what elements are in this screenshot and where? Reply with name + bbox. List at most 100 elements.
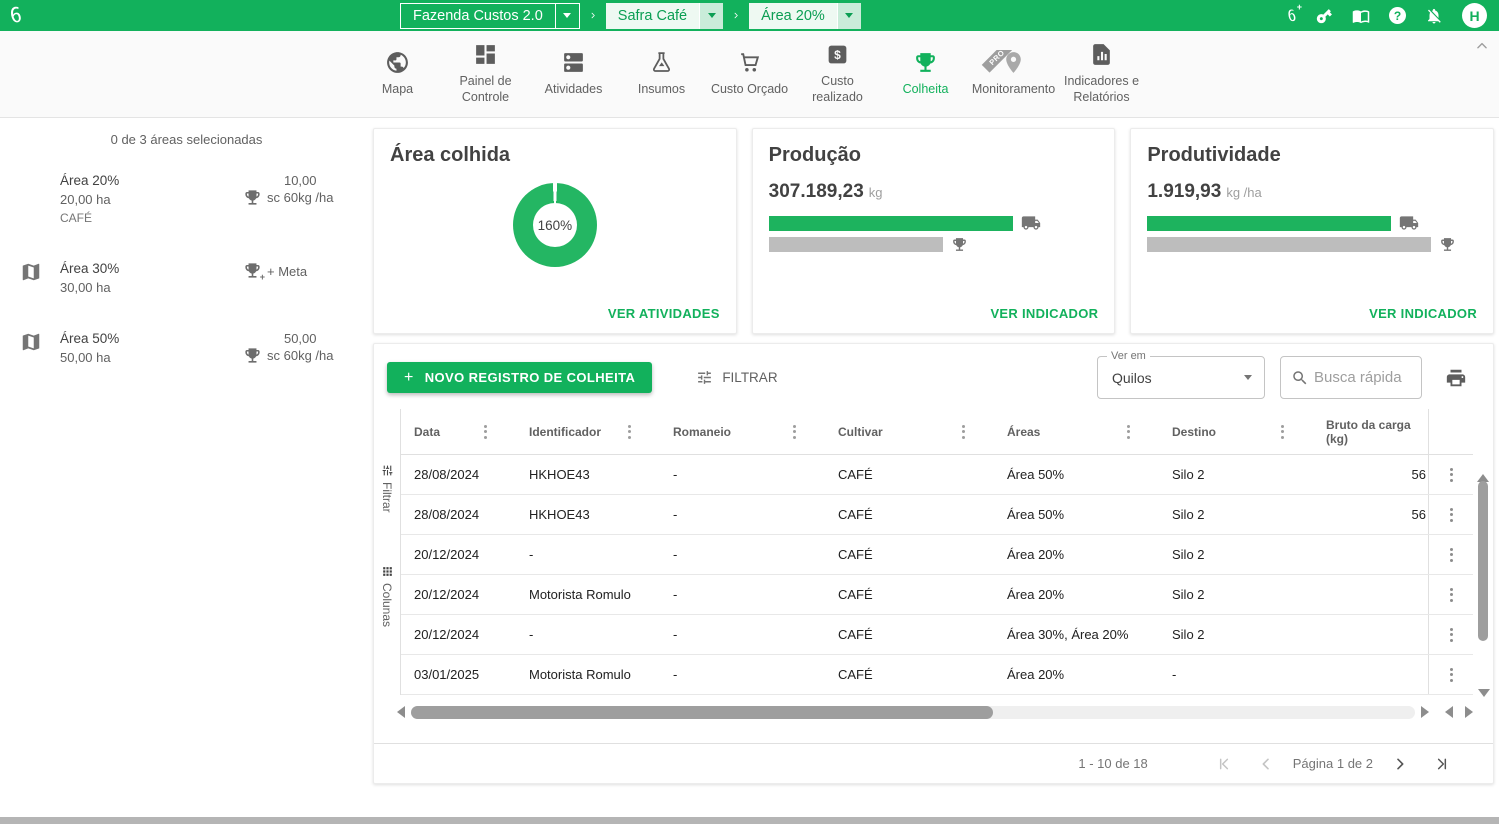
scroll-down-arrow[interactable] [1478,689,1490,697]
area-list-item[interactable]: Área 30% 30,00 ha + + Meta [0,261,373,295]
table-row[interactable]: 20/12/2024 Motorista Romulo - CAFÉ Área … [401,575,1473,615]
column-menu-icon[interactable] [1124,422,1133,442]
row-menu-icon[interactable] [1447,545,1456,565]
invite-icon[interactable]: ∂+ [1288,6,1296,26]
cell-data: 20/12/2024 [401,587,516,602]
scroll-right-arrow[interactable] [1421,706,1429,718]
guide-book-icon[interactable] [1352,7,1370,25]
column-menu-icon[interactable] [959,422,968,442]
area-list-item[interactable]: Área 50% 50,00 ha 50,00 sc 60kg /ha [0,331,373,365]
view-in-select[interactable]: Ver em Quilos [1097,356,1265,399]
filter-button[interactable]: FILTRAR [696,369,777,386]
table-pagination: 1 - 10 de 18 Página 1 de 2 [374,743,1493,783]
ver-indicador-link[interactable]: VER INDICADOR [990,306,1098,321]
table-row[interactable]: 28/08/2024 HKHOE43 - CAFÉ Área 50% Silo … [401,455,1473,495]
farm-selector[interactable]: Fazenda Custos 2.0 [400,3,580,29]
horizontal-scroll-thumb[interactable] [411,706,993,719]
nav-item-indicadores-relatorios[interactable]: Indicadores e Relatórios [1060,42,1144,105]
chevron-down-icon [1244,375,1252,380]
previous-page-button[interactable] [1258,756,1274,772]
nav-item-colheita[interactable]: Colheita [884,50,968,98]
harvest-table: Data Identificador Romaneio Cultivar Áre… [401,409,1473,695]
cell-romaneio: - [660,587,825,602]
production-value: 307.189,23 [769,181,864,203]
column-menu-icon[interactable] [481,422,490,442]
nav-item-custo-realizado[interactable]: Custo realizado [796,42,880,105]
column-menu-icon[interactable] [790,422,799,442]
vertical-scroll-thumb[interactable] [1478,481,1488,641]
row-menu-icon[interactable] [1447,585,1456,605]
search-input[interactable] [1314,369,1411,386]
ver-atividades-link[interactable]: VER ATIVIDADES [608,306,720,321]
pagination-range: 1 - 10 de 18 [1078,756,1147,771]
farm-selector-caret[interactable] [555,4,579,28]
help-icon[interactable]: ? [1389,7,1406,24]
nav-label: Mapa [382,82,413,98]
cell-destino: Silo 2 [1159,467,1313,482]
area-selector-caret[interactable] [837,3,861,29]
nav-label: Custo Orçado [711,82,788,98]
horizontal-scrollbar[interactable] [397,705,1473,719]
collapse-navbar-icon[interactable] [1475,39,1489,53]
scroll-up-arrow[interactable] [1477,457,1489,482]
table-row[interactable]: 28/08/2024 HKHOE43 - CAFÉ Área 50% Silo … [401,495,1473,535]
cell-cultivar: CAFÉ [825,587,994,602]
row-menu-icon[interactable] [1447,465,1456,485]
breadcrumb-chevron-icon [589,9,597,22]
bottom-strip [0,817,1499,824]
top-app-bar: ∂ Fazenda Custos 2.0 Safra Café Área 20%… [0,0,1499,31]
row-menu-icon[interactable] [1447,625,1456,645]
breadcrumb: Fazenda Custos 2.0 Safra Café Área 20% [400,2,861,29]
nav-item-atividades[interactable]: Atividades [532,50,616,98]
side-tab-filtrar[interactable]: Filtrar [374,464,400,513]
row-menu-icon[interactable] [1447,505,1456,525]
table-row[interactable]: 20/12/2024 - - CAFÉ Área 20% Silo 2 [401,535,1473,575]
area-selector[interactable]: Área 20% [749,3,861,29]
next-page-button[interactable] [1392,756,1408,772]
area-list-item[interactable]: Área 20% 20,00 ha CAFÉ 10,00 sc 60kg /ha [0,173,373,225]
add-goal-button[interactable]: + + Meta [243,261,307,280]
season-selector-caret[interactable] [699,3,723,29]
globe-icon [385,50,410,75]
nav-item-monitoramento[interactable]: PRO Monitoramento [972,50,1056,98]
key-icon[interactable] [1311,3,1336,28]
season-selector[interactable]: Safra Café [606,3,723,29]
nav-item-painel-de-controle[interactable]: Painel de Controle [444,42,528,105]
cell-data: 20/12/2024 [401,627,516,642]
nav-item-mapa[interactable]: Mapa [356,50,440,98]
goal-value: 10,00 [284,173,317,190]
first-page-button[interactable] [1216,756,1232,772]
vertical-scrollbar[interactable] [1477,457,1490,697]
area-goal[interactable]: 10,00 sc 60kg /ha [243,173,334,207]
user-avatar[interactable]: H [1462,3,1487,28]
ver-indicador-link[interactable]: VER INDICADOR [1369,306,1477,321]
view-in-value: Quilos [1112,370,1152,386]
area-goal[interactable]: 50,00 sc 60kg /ha [243,331,334,365]
scroll-left-arrow[interactable] [397,706,405,718]
frozen-col-scroll-left-arrow[interactable] [1445,706,1453,718]
card-title: Área colhida [390,144,720,167]
goal-unit: sc 60kg /ha [267,190,334,207]
goal-trophy-icon [951,236,968,253]
nav-item-custo-orcado[interactable]: Custo Orçado [708,50,792,98]
cart-icon [737,50,762,75]
row-menu-icon[interactable] [1447,665,1456,685]
tune-icon [381,464,394,477]
frozen-col-scroll-right-arrow[interactable] [1465,706,1473,718]
breadcrumb-chevron-icon [732,9,740,22]
table-row[interactable]: 20/12/2024 - - CAFÉ Área 30%, Área 20% S… [401,615,1473,655]
column-menu-icon[interactable] [625,422,634,442]
nav-item-insumos[interactable]: Insumos [620,50,704,98]
side-tab-colunas[interactable]: Colunas [374,565,400,627]
quick-search-field[interactable] [1280,356,1422,399]
actual-bar [1147,216,1391,231]
column-menu-icon[interactable] [1278,422,1287,442]
last-page-button[interactable] [1434,756,1450,772]
notifications-off-icon[interactable] [1425,7,1443,25]
cell-areas: Área 20% [994,587,1159,602]
horizontal-scroll-track[interactable] [411,706,1415,719]
aegro-logo[interactable]: ∂ [10,4,22,27]
new-harvest-record-button[interactable]: + NOVO REGISTRO DE COLHEITA [387,362,652,393]
table-row[interactable]: 03/01/2025 Motorista Romulo - CAFÉ Área … [401,655,1473,695]
print-button[interactable] [1445,367,1467,389]
